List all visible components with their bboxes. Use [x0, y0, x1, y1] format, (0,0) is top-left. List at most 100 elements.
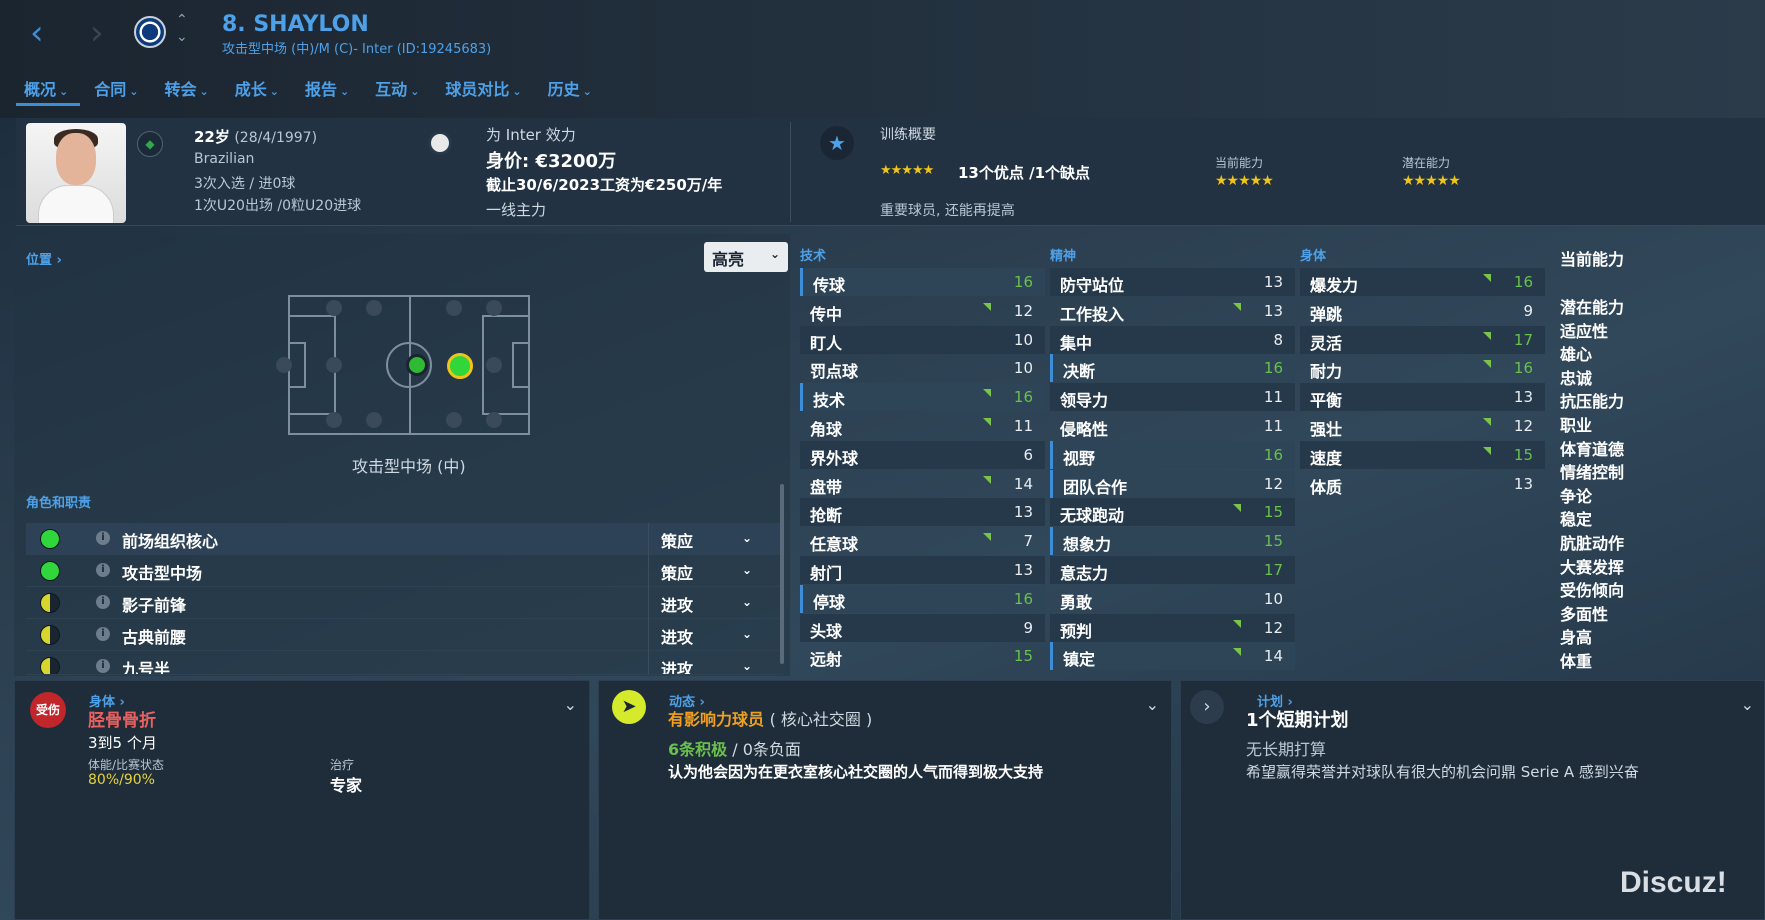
attribute-row[interactable]: 想象力 15	[1050, 527, 1295, 556]
highlight-dropdown[interactable]: 高亮 ⌄	[704, 242, 788, 272]
attribute-name: 防守站位	[1060, 276, 1125, 295]
attribute-row[interactable]: 远射 15	[800, 642, 1045, 670]
nation-badge-icon[interactable]: ◆	[137, 131, 163, 157]
attribute-row[interactable]: 头球 9	[800, 613, 1045, 642]
side-list-item[interactable]: 职业	[1560, 412, 1592, 436]
attribute-row[interactable]: 弹跳 9	[1300, 297, 1545, 325]
attribute-row[interactable]: 罚点球 10	[800, 354, 1045, 382]
attribute-value: 15	[1513, 445, 1533, 464]
side-list-item[interactable]: 大赛发挥	[1560, 554, 1624, 578]
attribute-row[interactable]: 传球 16	[800, 268, 1045, 296]
side-list-item[interactable]: 受伤倾向	[1560, 577, 1624, 601]
attribute-row[interactable]: 侵略性 11	[1050, 412, 1295, 440]
attribute-row[interactable]: 角球 11	[800, 412, 1045, 440]
info-icon[interactable]: i	[96, 563, 110, 577]
attribute-row[interactable]: 停球 16	[800, 584, 1045, 613]
duty-dropdown[interactable]: 进攻 ⌄	[648, 619, 764, 651]
player-value: 身价: €3200万	[486, 151, 617, 172]
attribute-row[interactable]: 灵活 17	[1300, 325, 1545, 354]
chevron-down-icon: ⌄	[199, 85, 209, 98]
plans-arrow-icon[interactable]: ›	[1190, 690, 1224, 724]
chevron-down-icon[interactable]: ⌄	[564, 695, 577, 714]
attribute-row[interactable]: 决断 16	[1050, 354, 1295, 383]
role-row[interactable]: i 古典前腰 进攻 ⌄	[26, 619, 782, 651]
attribute-row[interactable]: 盘带 14	[800, 470, 1045, 498]
position-name: 攻击型中场 (中)	[352, 457, 466, 476]
info-icon[interactable]: i	[96, 659, 110, 673]
back-arrow-icon[interactable]: ‹	[30, 16, 44, 50]
menu-reports[interactable]: 报告 ⌄	[305, 76, 349, 100]
attribute-row[interactable]: 传中 12	[800, 297, 1045, 325]
role-name: 前场组织核心	[122, 532, 219, 551]
club-logo-icon[interactable]	[134, 16, 166, 48]
star-icon: ★	[820, 126, 854, 160]
attribute-row[interactable]: 射门 13	[800, 556, 1045, 584]
role-row[interactable]: i 前场组织核心 策应 ⌄	[26, 523, 782, 555]
attribute-row[interactable]: 无球跑动 15	[1050, 498, 1295, 527]
menu-overview[interactable]: 概况 ⌄	[24, 76, 68, 100]
attribute-row[interactable]: 速度 15	[1300, 440, 1545, 469]
info-icon[interactable]: i	[96, 531, 110, 545]
side-list-item[interactable]: 肮脏动作	[1560, 530, 1624, 554]
side-list-item[interactable]: 体育道德	[1560, 436, 1624, 460]
attribute-row[interactable]: 体质 13	[1300, 470, 1545, 498]
info-icon[interactable]: i	[96, 627, 110, 641]
role-row[interactable]: i 九号半 进攻 ⌄	[26, 651, 782, 675]
duty-dropdown[interactable]: 策应 ⌄	[648, 523, 764, 555]
attribute-row[interactable]: 团队合作 12	[1050, 469, 1295, 498]
side-list-item[interactable]: 情绪控制	[1560, 459, 1624, 483]
menu-compare[interactable]: 球员对比 ⌄	[445, 76, 521, 100]
side-list-item[interactable]: 多面性	[1560, 601, 1608, 625]
side-list-item[interactable]: 抗压能力	[1560, 388, 1624, 412]
attribute-row[interactable]: 视野 16	[1050, 440, 1295, 469]
attribute-name: 平衡	[1310, 391, 1343, 411]
side-list-item[interactable]: 体重	[1560, 648, 1592, 672]
side-list-item[interactable]: 雄心	[1560, 341, 1592, 365]
attribute-row[interactable]: 防守站位 13	[1050, 268, 1295, 296]
attribute-row[interactable]: 勇敢 10	[1050, 585, 1295, 613]
info-icon[interactable]: i	[96, 595, 110, 609]
attribute-row[interactable]: 爆发力 16	[1300, 268, 1545, 296]
attribute-row[interactable]: 耐力 16	[1300, 354, 1545, 382]
attribute-row[interactable]: 工作投入 13	[1050, 297, 1295, 325]
club-badge-icon[interactable]	[428, 131, 452, 155]
chevron-down-icon[interactable]: ⌄	[1146, 695, 1159, 714]
position-section-title[interactable]: 位置 ›	[26, 249, 62, 268]
duty-dropdown[interactable]: 进攻 ⌄	[648, 651, 764, 674]
attribute-row[interactable]: 集中 8	[1050, 325, 1295, 354]
attribute-row[interactable]: 强壮 12	[1300, 412, 1545, 440]
menu-contract[interactable]: 合同 ⌄	[94, 76, 138, 100]
menu-history[interactable]: 历史 ⌄	[548, 76, 592, 100]
duty-dropdown[interactable]: 进攻 ⌄	[648, 587, 764, 619]
side-list-item[interactable]: 争论	[1560, 483, 1592, 507]
menu-development[interactable]: 成长 ⌄	[235, 76, 279, 100]
attribute-row[interactable]: 技术 16	[800, 383, 1045, 412]
role-name: 九号半	[122, 660, 171, 675]
chevron-down-icon[interactable]: ⌄	[1741, 695, 1754, 714]
attribute-row[interactable]: 界外球 6	[800, 440, 1045, 469]
attribute-row[interactable]: 领导力 11	[1050, 383, 1295, 412]
attribute-row[interactable]: 意志力 17	[1050, 556, 1295, 584]
attribute-row[interactable]: 镇定 14	[1050, 642, 1295, 671]
side-list-item[interactable]: 忠诚	[1560, 365, 1592, 389]
plan-note: 希望赢得荣誉并对球队有很大的机会问鼎 Serie A 感到兴奋	[1246, 763, 1639, 781]
side-list-title[interactable]: 当前能力	[1560, 246, 1624, 270]
attribute-row[interactable]: 盯人 10	[800, 325, 1045, 354]
menu-interaction[interactable]: 互动 ⌄	[375, 76, 419, 100]
role-row[interactable]: i 攻击型中场 策应 ⌄	[26, 555, 782, 587]
forward-arrow-icon[interactable]: ›	[90, 16, 104, 50]
menu-transfer[interactable]: 转会 ⌄	[164, 76, 208, 100]
attribute-row[interactable]: 预判 12	[1050, 613, 1295, 642]
attribute-row[interactable]: 平衡 13	[1300, 383, 1545, 412]
roles-scrollbar[interactable]	[780, 484, 784, 664]
role-row[interactable]: i 影子前锋 进攻 ⌄	[26, 587, 782, 619]
attribute-row[interactable]: 任意球 7	[800, 527, 1045, 555]
side-list-item[interactable]: 适应性	[1560, 318, 1608, 342]
side-list-item[interactable]: 潜在能力	[1560, 294, 1624, 318]
duty-dropdown[interactable]: 策应 ⌄	[648, 555, 764, 587]
attribute-name: 爆发力	[1310, 276, 1359, 295]
attribute-row[interactable]: 抢断 13	[800, 498, 1045, 527]
player-switch-arrows-icon[interactable]: ⌃ ⌄	[176, 12, 188, 46]
side-list-item[interactable]: 稳定	[1560, 506, 1592, 530]
side-list-item[interactable]: 身高	[1560, 624, 1592, 648]
